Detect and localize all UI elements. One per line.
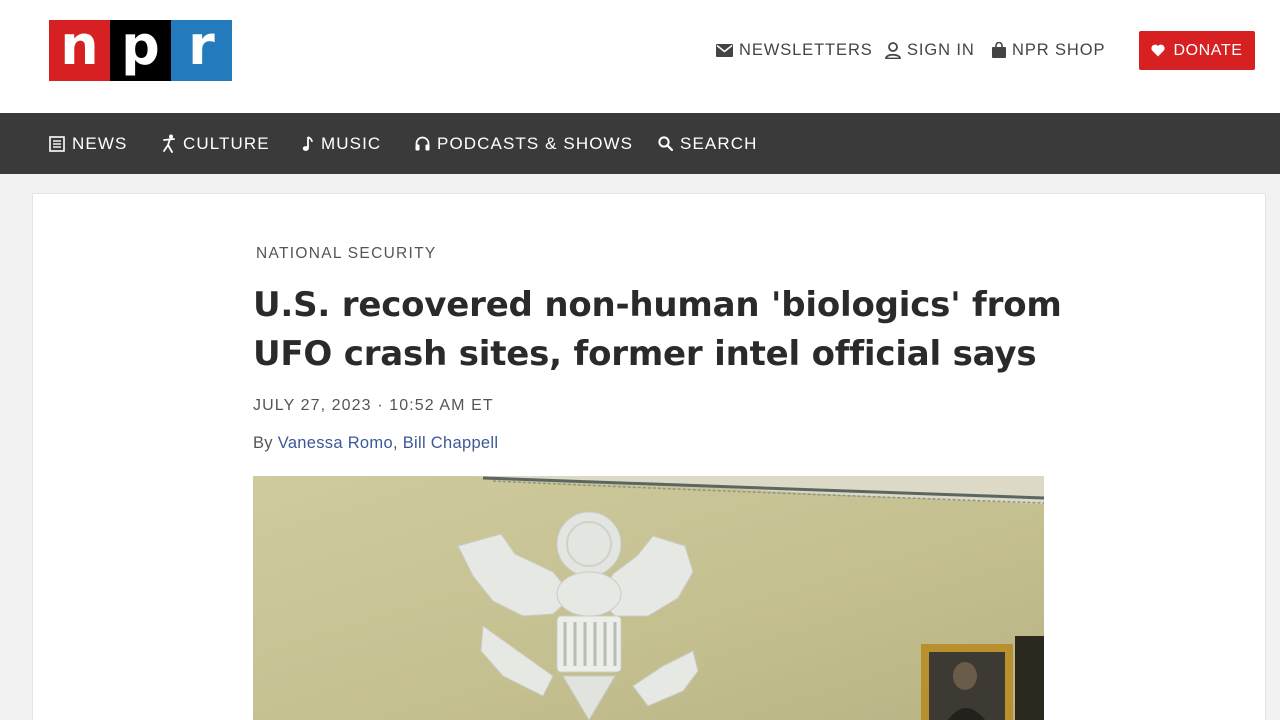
- headline-line-1: U.S. recovered non-human 'biologics' fro…: [253, 285, 1062, 325]
- newsletters-link[interactable]: NEWSLETTERS: [716, 38, 873, 62]
- sign-in-label: SIGN IN: [907, 40, 975, 59]
- article-byline: By Vanessa Romo, Bill Chappell: [253, 434, 498, 453]
- nav-podcasts-label: PODCASTS & SHOWS: [437, 133, 634, 153]
- envelope-icon: [716, 43, 733, 57]
- main-nav: NEWS CULTURE MUSIC PODCASTS & SHOWS SEAR…: [0, 113, 1280, 174]
- article-headline: U.S. recovered non-human 'biologics' fro…: [253, 281, 1073, 379]
- newspaper-icon: [49, 135, 65, 152]
- npr-shop-link[interactable]: NPR SHOP: [992, 38, 1105, 62]
- nav-music-label: MUSIC: [321, 133, 382, 153]
- npr-shop-label: NPR SHOP: [1012, 40, 1106, 59]
- author-link-vanessa-romo[interactable]: Vanessa Romo: [278, 434, 393, 452]
- byline-prefix: By: [253, 434, 278, 452]
- nav-item-music[interactable]: MUSIC: [302, 113, 381, 174]
- heart-icon: [1151, 44, 1166, 57]
- music-note-icon: [302, 135, 313, 151]
- search-icon: [658, 136, 673, 151]
- donate-button[interactable]: DONATE: [1139, 31, 1255, 70]
- top-header: n p r NEWSLETTERS SIGN IN NPR SHOP DONAT…: [0, 0, 1280, 113]
- nav-search-label: SEARCH: [680, 133, 758, 153]
- sign-in-link[interactable]: SIGN IN: [885, 38, 975, 62]
- user-icon: [885, 41, 901, 59]
- section-label[interactable]: NATIONAL SECURITY: [256, 245, 437, 263]
- newsletters-label: NEWSLETTERS: [739, 40, 873, 59]
- nav-item-podcasts-shows[interactable]: PODCASTS & SHOWS: [415, 113, 633, 174]
- utility-nav: NEWSLETTERS SIGN IN NPR SHOP: [0, 38, 1280, 62]
- author-link-bill-chappell[interactable]: Bill Chappell: [403, 434, 499, 452]
- headline-line-2: UFO crash sites, former intel official s…: [253, 334, 1037, 374]
- author-separator: ,: [392, 434, 403, 452]
- article-dateline: JULY 27, 2023 · 10:52 AM ET: [253, 397, 494, 414]
- shopping-bag-icon: [992, 42, 1006, 58]
- hearing-room-seal-image: [253, 476, 1044, 720]
- nav-item-news[interactable]: NEWS: [49, 113, 127, 174]
- nav-news-label: NEWS: [72, 133, 128, 153]
- nav-item-search[interactable]: SEARCH: [658, 113, 757, 174]
- article-lead-image: [253, 476, 1044, 720]
- donate-label: DONATE: [1173, 41, 1243, 59]
- nav-culture-label: CULTURE: [183, 133, 270, 153]
- headphones-icon: [415, 136, 430, 151]
- dancer-icon: [163, 134, 175, 153]
- nav-item-culture[interactable]: CULTURE: [162, 113, 270, 174]
